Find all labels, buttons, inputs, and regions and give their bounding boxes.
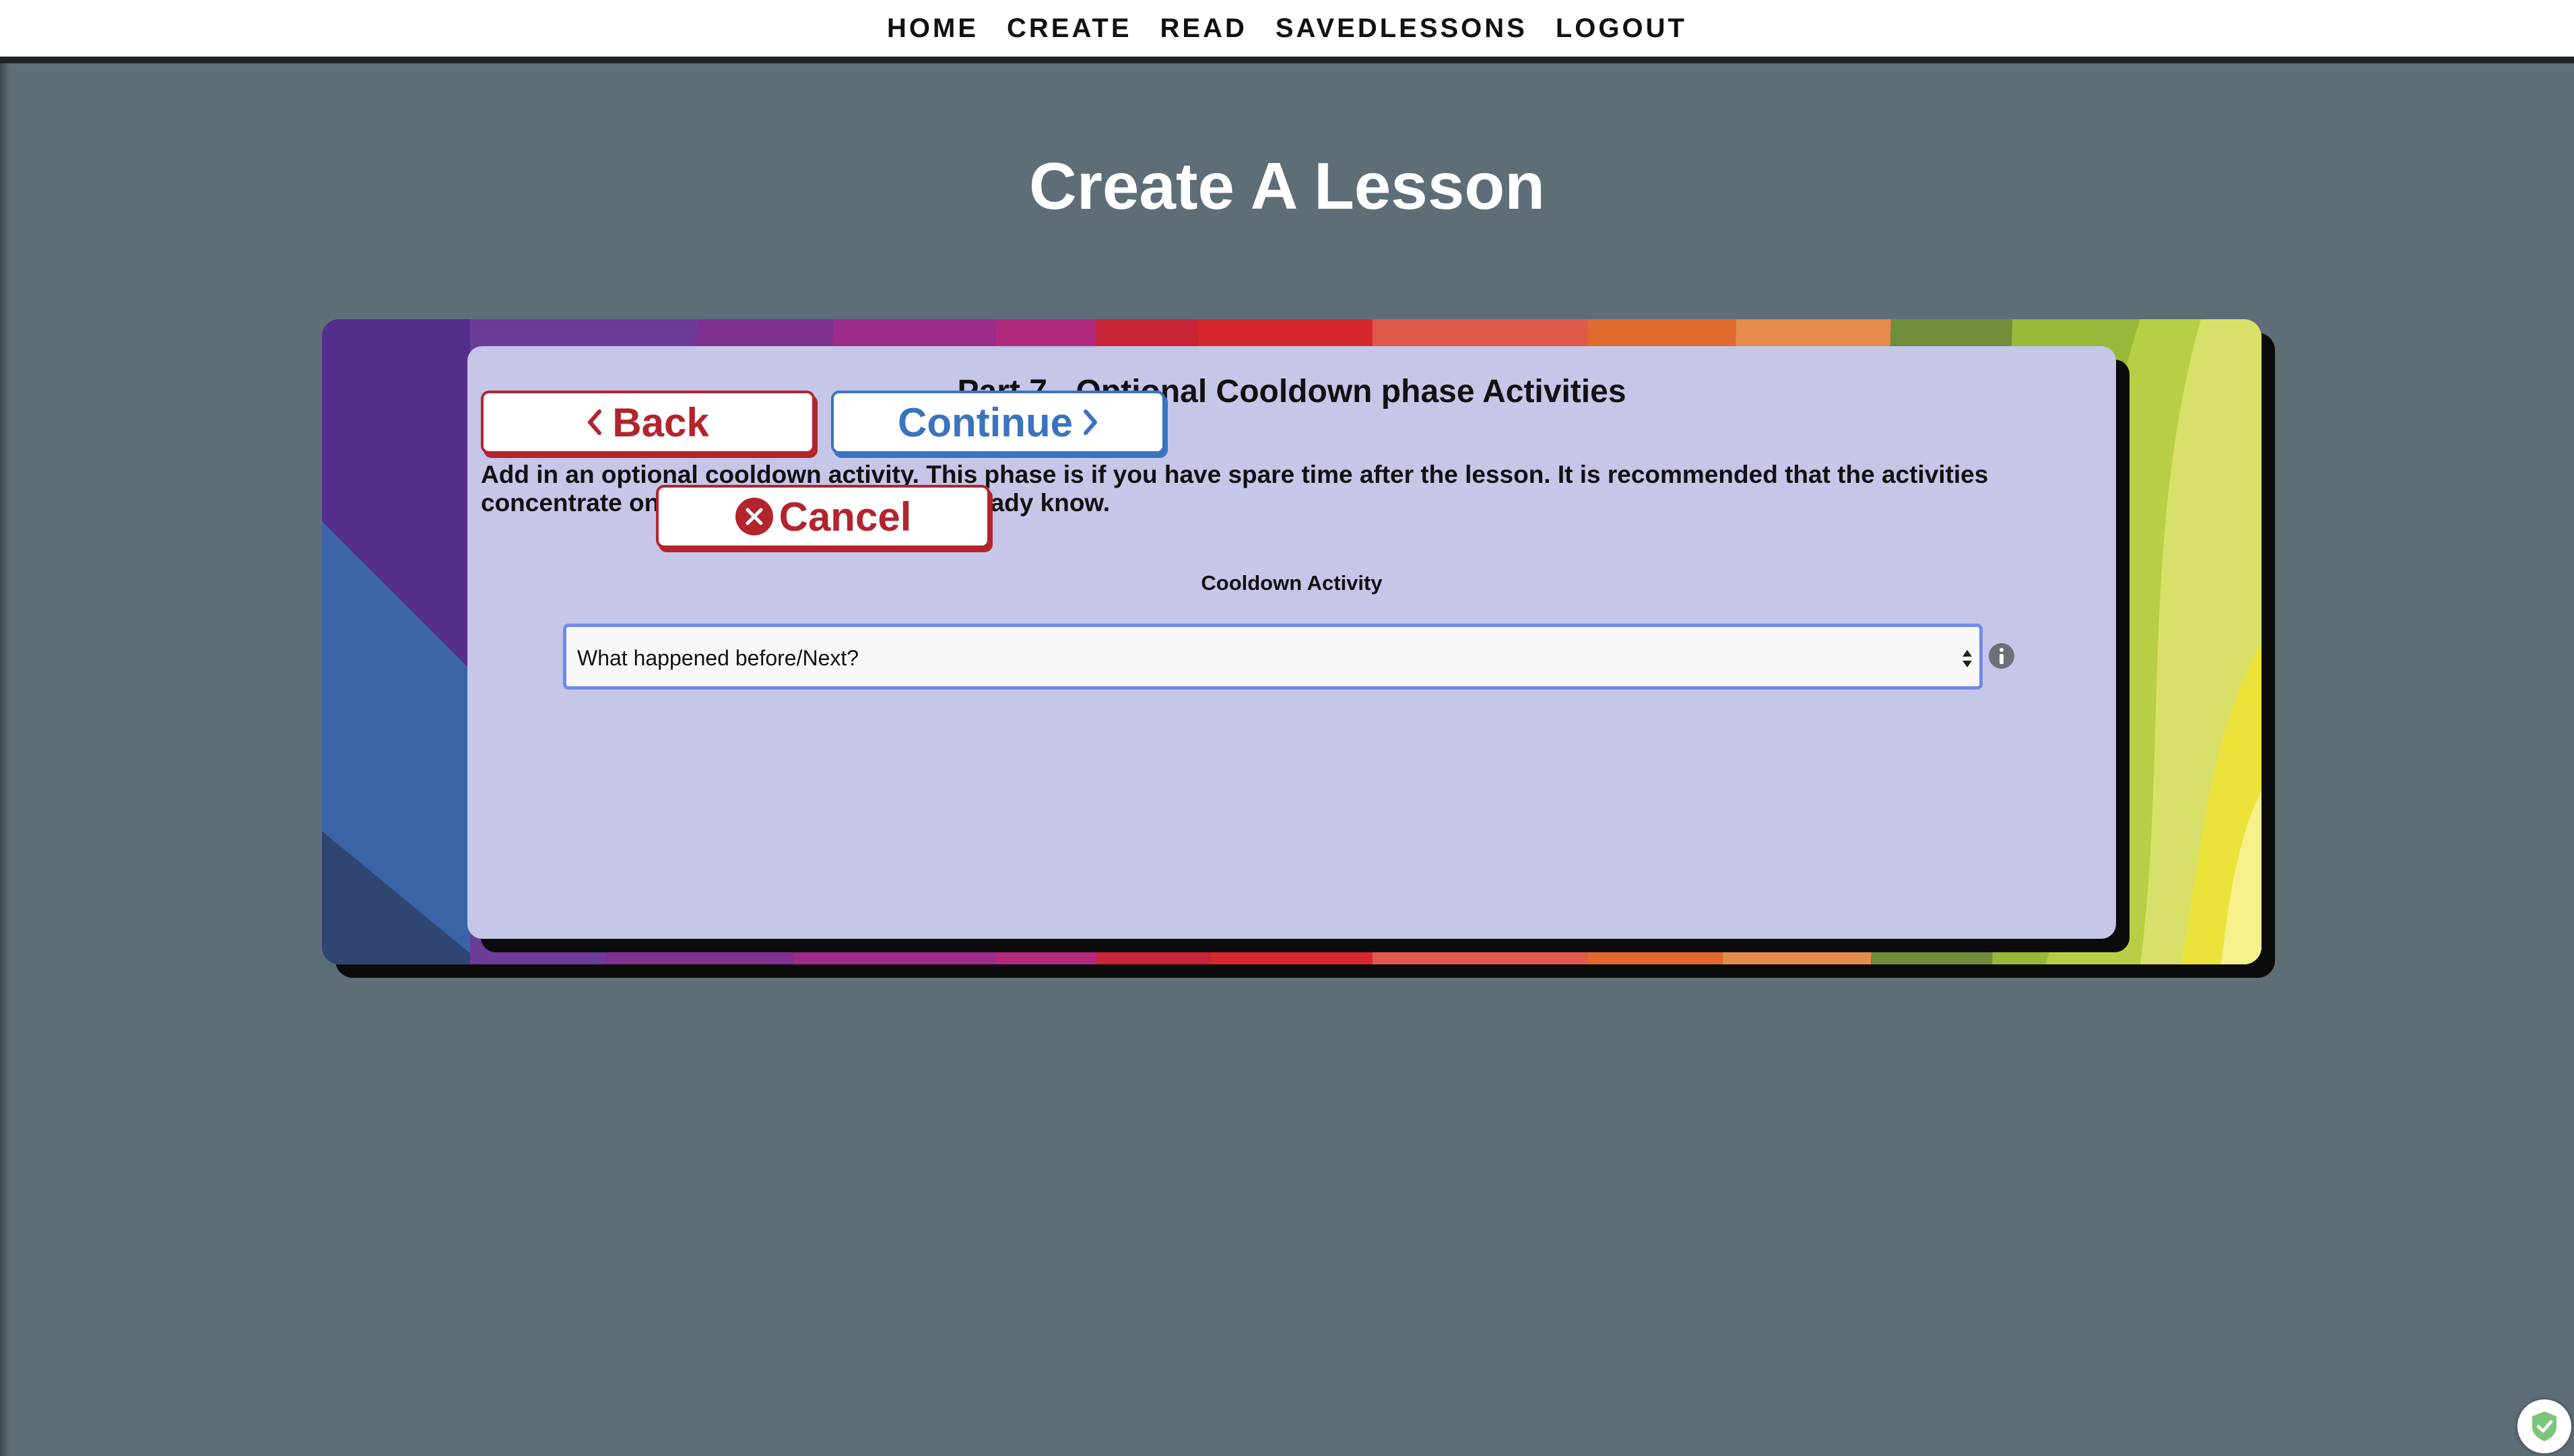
close-circle-icon xyxy=(735,498,773,535)
cooldown-activity-select[interactable]: What happened before/Next? xyxy=(563,624,1983,690)
nav-read-link[interactable]: READ xyxy=(1160,13,1247,44)
back-button[interactable]: Back xyxy=(481,391,815,454)
continue-button[interactable]: Continue xyxy=(831,391,1165,454)
cooldown-activity-label: Cooldown Activity xyxy=(1201,571,1383,595)
select-arrows-icon xyxy=(1962,650,1972,667)
nav-logout-link[interactable]: LOGOUT xyxy=(1556,13,1687,44)
selected-activity-value: What happened before/Next? xyxy=(577,646,859,670)
chevron-right-icon xyxy=(1083,409,1097,435)
cancel-button-label: Cancel xyxy=(779,494,912,539)
page-title: Create A Lesson xyxy=(1028,149,1546,223)
cancel-button[interactable]: Cancel xyxy=(656,485,990,548)
shield-check-icon xyxy=(2532,1412,2556,1441)
continue-button-label: Continue xyxy=(898,399,1073,445)
back-button-label: Back xyxy=(612,399,709,445)
top-navigation: HOME CREATE READ SAVEDLESSONS LOGOUT xyxy=(0,0,2574,63)
info-icon[interactable] xyxy=(1988,642,2015,669)
chevron-left-icon xyxy=(588,409,602,435)
nav-home-link[interactable]: HOME xyxy=(887,13,979,44)
nav-savedlessons-link[interactable]: SAVEDLESSONS xyxy=(1276,13,1527,44)
nav-create-link[interactable]: CREATE xyxy=(1007,13,1131,44)
security-badge[interactable] xyxy=(2517,1399,2571,1453)
